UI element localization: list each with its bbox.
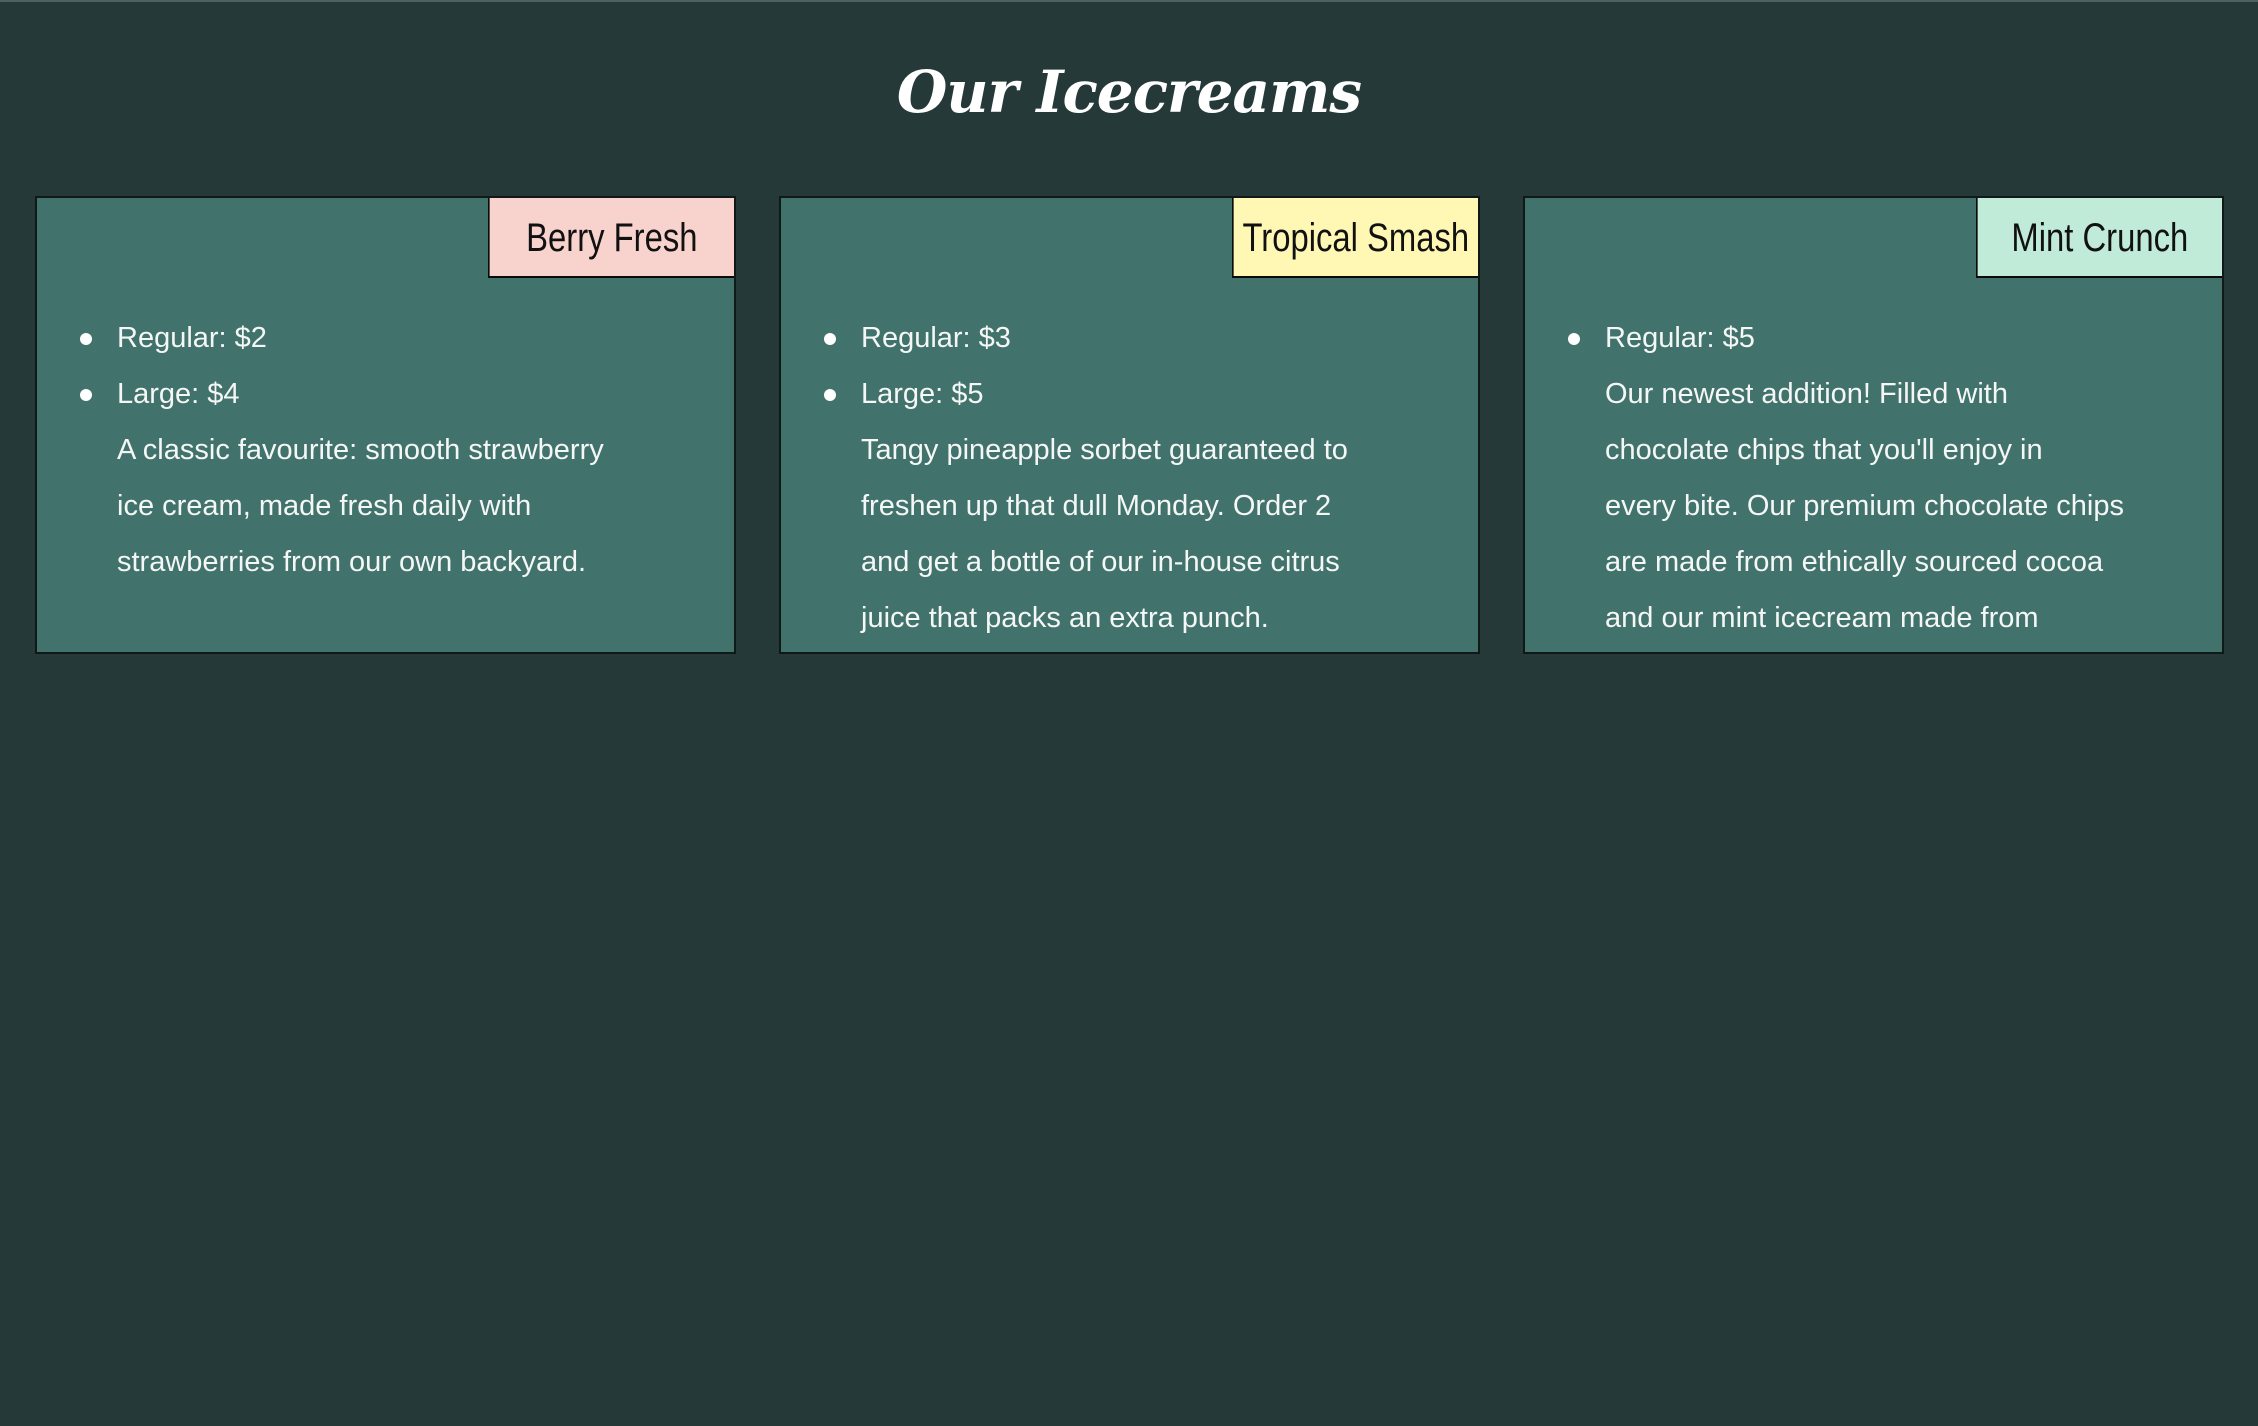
price-regular: Regular: $2 (80, 310, 677, 366)
description-line: and our mint icecream made from (1605, 602, 2039, 634)
card-tag-mint-crunch: Mint Crunch (1976, 198, 2222, 278)
description-line: juice that packs an extra punch. (861, 602, 1269, 634)
description-line: Our newest addition! Filled with (1605, 378, 2008, 410)
top-border (0, 0, 2258, 2)
price-regular: Regular: $5 (1568, 310, 2165, 366)
description-line: strawberries from our own backyard. (117, 546, 586, 578)
description-line: ice cream, made fresh daily with (117, 490, 532, 522)
card-description: Our newest addition! Filled with chocola… (1605, 366, 2165, 646)
description-line: every bite. Our premium chocolate chips (1605, 490, 2124, 522)
price-regular: Regular: $3 (824, 310, 1421, 366)
card-tag-tropical-smash: Tropical Smash (1232, 198, 1478, 278)
card-tag-berry-fresh: Berry Fresh (488, 198, 734, 278)
price-large: Large: $4 (80, 366, 677, 422)
description-line: A classic favourite: smooth strawberry (117, 434, 604, 466)
price-list: Regular: $2 Large: $4 (37, 310, 677, 422)
description-line: are made from ethically sourced cocoa (1605, 546, 2104, 578)
card-description: Tangy pineapple sorbet guaranteed to fre… (861, 422, 1421, 646)
description-line: freshen up that dull Monday. Order 2 (861, 490, 1332, 522)
card-tag-label: Berry Fresh (526, 216, 698, 260)
page-title: Our Icecreams (896, 58, 1362, 126)
price-large: Large: $5 (824, 366, 1421, 422)
price-list: Regular: $5 (1525, 310, 2165, 366)
card-tag-label: Mint Crunch (2011, 216, 2189, 260)
price-list: Regular: $3 Large: $5 (781, 310, 1421, 422)
card-tag-label: Tropical Smash (1242, 216, 1470, 260)
description-line: Tangy pineapple sorbet guaranteed to (861, 434, 1348, 466)
icecream-card-berry-fresh: Berry Fresh Regular: $2 Large: $4 A clas… (35, 196, 736, 654)
card-description: A classic favourite: smooth strawberry i… (117, 422, 677, 590)
description-line: chocolate chips that you'll enjoy in (1605, 434, 2043, 466)
icecream-card-mint-crunch: Mint Crunch Regular: $5 Our newest addit… (1523, 196, 2224, 654)
description-line: and get a bottle of our in-house citrus (861, 546, 1340, 578)
icecream-card-tropical-smash: Tropical Smash Regular: $3 Large: $5 Tan… (779, 196, 1480, 654)
